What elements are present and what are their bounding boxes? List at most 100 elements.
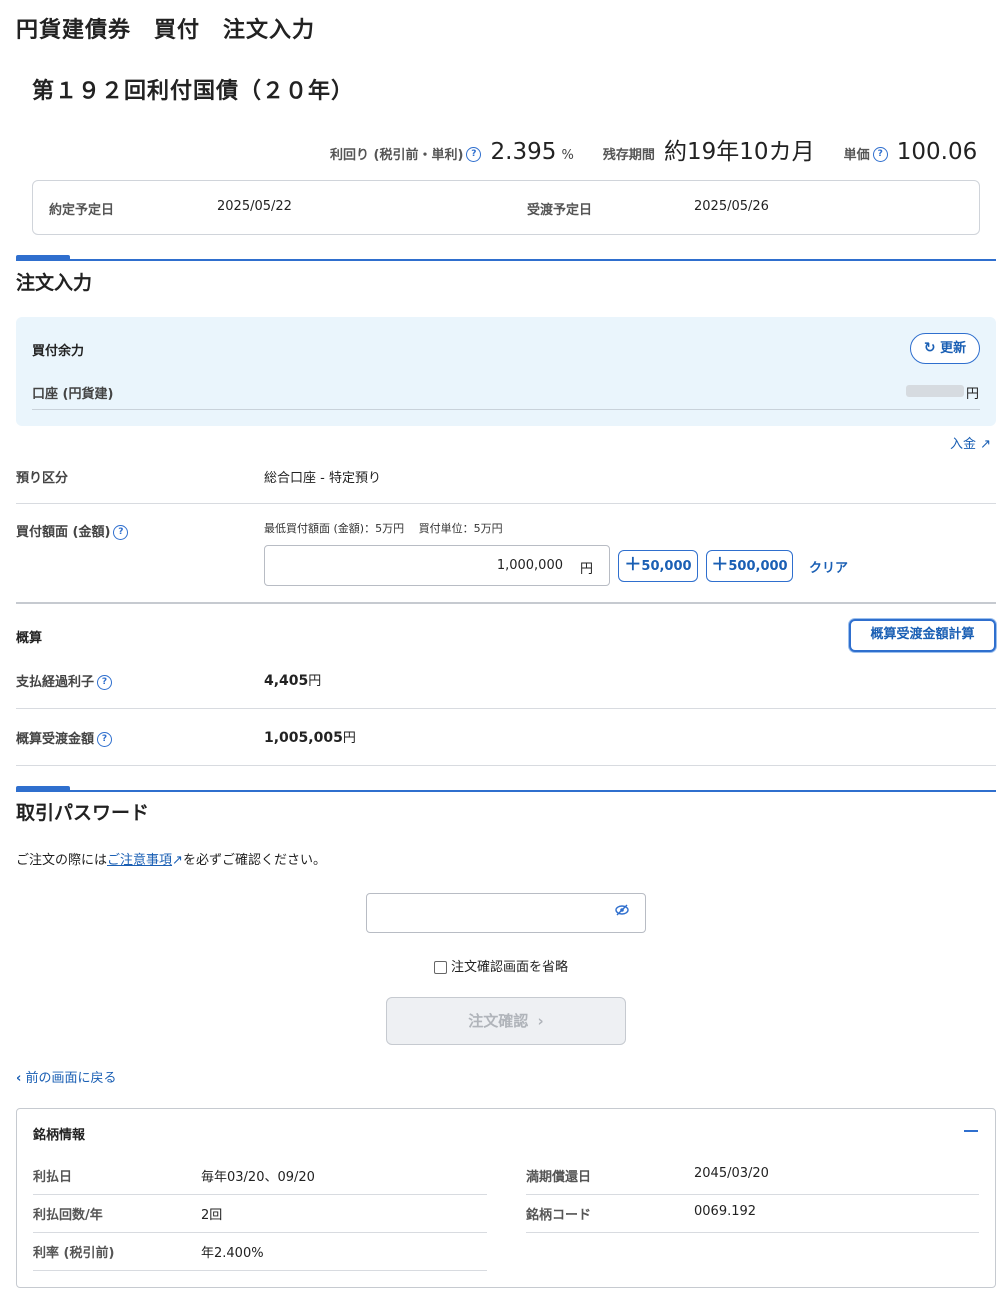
info-divider — [33, 1194, 487, 1195]
price-value: 100.06 — [896, 139, 978, 165]
info-divider — [33, 1270, 487, 1271]
bond-info-title: 銘柄情報 — [33, 1128, 86, 1143]
external-link-icon: ↗ — [172, 853, 183, 868]
calc-estimate-button[interactable]: 概算受渡金額計算 — [849, 619, 996, 652]
yield-label: 利回り (税引前・単利) — [330, 148, 464, 163]
plus-icon: ＋ — [624, 555, 642, 575]
order-confirm-button[interactable]: 注文確認 › — [386, 997, 626, 1045]
skip-confirm-row: 注文確認画面を省略 — [434, 956, 568, 975]
interest-label: 支払経過利子 — [16, 675, 95, 690]
contract-date-value: 2025/05/22 — [217, 199, 292, 214]
bond-info-panel: 銘柄情報 利払日 毎年03/20、09/20 利払回数/年 2回 利率 (税引前… — [16, 1108, 996, 1288]
info-value: 2回 — [201, 1208, 223, 1223]
total-value: 1,005,005 — [264, 730, 343, 746]
price-label: 単価 — [843, 148, 870, 163]
order-section-title: 注文入力 — [16, 272, 93, 294]
total-label-row: 概算受渡金額? — [16, 728, 113, 747]
amount-input-unit: 円 — [579, 562, 593, 577]
total-label: 概算受渡金額 — [16, 732, 95, 747]
info-label: 利払回数/年 — [33, 1208, 103, 1223]
password-section-title: 取引パスワード — [16, 802, 150, 824]
interest-label-row: 支払経過利子? — [16, 671, 113, 690]
total-unit: 円 — [342, 731, 356, 746]
info-value: 0069.192 — [694, 1204, 757, 1219]
amount-input[interactable]: 1,000,000 円 — [264, 545, 610, 586]
page-title: 円貨建債券 買付 注文入力 — [16, 18, 316, 43]
help-icon[interactable]: ? — [872, 147, 888, 162]
order-confirm-label: 注文確認 — [468, 1012, 529, 1030]
back-link[interactable]: ‹ 前の画面に戻る — [16, 1067, 117, 1086]
buying-power-panel: 買付余力 ↻ 更新 口座 (円貨建) 円 — [16, 317, 996, 426]
notice-text: ご注文の際にはご注意事項↗を必ずご確認ください。 — [16, 849, 326, 868]
notice-after: を必ずご確認ください。 — [182, 853, 326, 868]
add-500000-button[interactable]: ＋500,000 — [706, 550, 793, 582]
deposit-link-label: 入金 — [950, 437, 977, 452]
info-value: 年2.400% — [201, 1246, 264, 1261]
skip-confirm-checkbox[interactable] — [434, 961, 447, 974]
custody-value: 総合口座 - 特定預り — [264, 471, 381, 486]
buying-power-title: 買付余力 — [32, 344, 85, 359]
total-value-row: 1,005,005円 — [264, 727, 356, 746]
term-label: 残存期間 — [602, 148, 655, 163]
refresh-button[interactable]: ↻ 更新 — [910, 333, 980, 364]
section-divider — [16, 259, 996, 261]
row-divider — [16, 708, 996, 709]
amount-input-value: 1,000,000 — [496, 558, 563, 573]
notice-link[interactable]: ご注意事項 — [107, 853, 172, 868]
masked-balance — [906, 385, 964, 397]
dates-box: 約定予定日 2025/05/22 受渡予定日 2025/05/26 — [32, 180, 980, 235]
collapse-icon[interactable] — [964, 1130, 978, 1132]
estimate-title: 概算 — [16, 631, 43, 646]
info-label: 利払日 — [33, 1170, 73, 1185]
row-divider — [16, 503, 996, 504]
delivery-date-label: 受渡予定日 — [527, 203, 593, 218]
info-value: 毎年03/20、09/20 — [201, 1170, 315, 1185]
back-link-label: 前の画面に戻る — [25, 1071, 117, 1086]
add-50000-label: 50,000 — [641, 559, 692, 574]
info-divider — [526, 1232, 979, 1233]
refresh-label: 更新 — [940, 341, 967, 356]
account-unit: 円 — [966, 387, 980, 402]
balance-divider — [32, 409, 980, 410]
row-divider — [16, 602, 996, 604]
chevron-right-icon: › — [537, 1012, 544, 1030]
row-divider — [16, 765, 996, 766]
help-icon[interactable]: ? — [97, 732, 113, 747]
info-value: 2045/03/20 — [694, 1166, 769, 1181]
external-link-icon: ↗ — [980, 437, 992, 452]
stats-row: 利回り (税引前・単利)? 2.395 % 残存期間 約19年10カ月 単価? … — [330, 132, 977, 166]
interest-value: 4,405 — [264, 673, 309, 689]
custody-label: 預り区分 — [16, 471, 69, 486]
contract-date-label: 約定予定日 — [49, 203, 115, 218]
add-50000-button[interactable]: ＋50,000 — [618, 550, 698, 582]
yield-value: 2.395 — [490, 139, 557, 165]
yield-unit: % — [561, 148, 574, 163]
help-icon[interactable]: ? — [97, 675, 113, 690]
amount-label-row: 買付額面 (金額)? — [16, 521, 129, 540]
amount-hint: 最低買付額面 (金額)：5万円 買付単位：5万円 — [264, 522, 503, 535]
info-divider — [33, 1232, 487, 1233]
amount-label: 買付額面 (金額) — [16, 525, 111, 540]
clear-button[interactable]: クリア — [809, 557, 848, 576]
section-divider — [16, 790, 996, 792]
info-label: 満期償還日 — [526, 1170, 592, 1185]
info-label: 利率 (税引前) — [33, 1246, 115, 1261]
eye-off-icon[interactable] — [615, 904, 629, 920]
interest-value-row: 4,405円 — [264, 670, 321, 689]
term-value: 約19年10カ月 — [664, 139, 815, 165]
chevron-left-icon: ‹ — [16, 1071, 22, 1086]
plus-icon: ＋ — [711, 555, 729, 575]
account-label: 口座 (円貨建) — [32, 387, 114, 402]
info-label: 銘柄コード — [526, 1208, 592, 1223]
info-divider — [526, 1194, 979, 1195]
refresh-icon: ↻ — [923, 340, 936, 356]
deposit-link[interactable]: 入金 ↗ — [950, 433, 991, 452]
interest-unit: 円 — [308, 674, 322, 689]
bond-name: 第１９２回利付国債（２０年） — [32, 79, 355, 104]
notice-before: ご注文の際には — [16, 853, 108, 868]
password-input[interactable] — [366, 893, 646, 933]
delivery-date-value: 2025/05/26 — [694, 199, 769, 214]
help-icon[interactable]: ? — [113, 525, 129, 540]
add-500000-label: 500,000 — [728, 559, 788, 574]
help-icon[interactable]: ? — [466, 147, 482, 162]
